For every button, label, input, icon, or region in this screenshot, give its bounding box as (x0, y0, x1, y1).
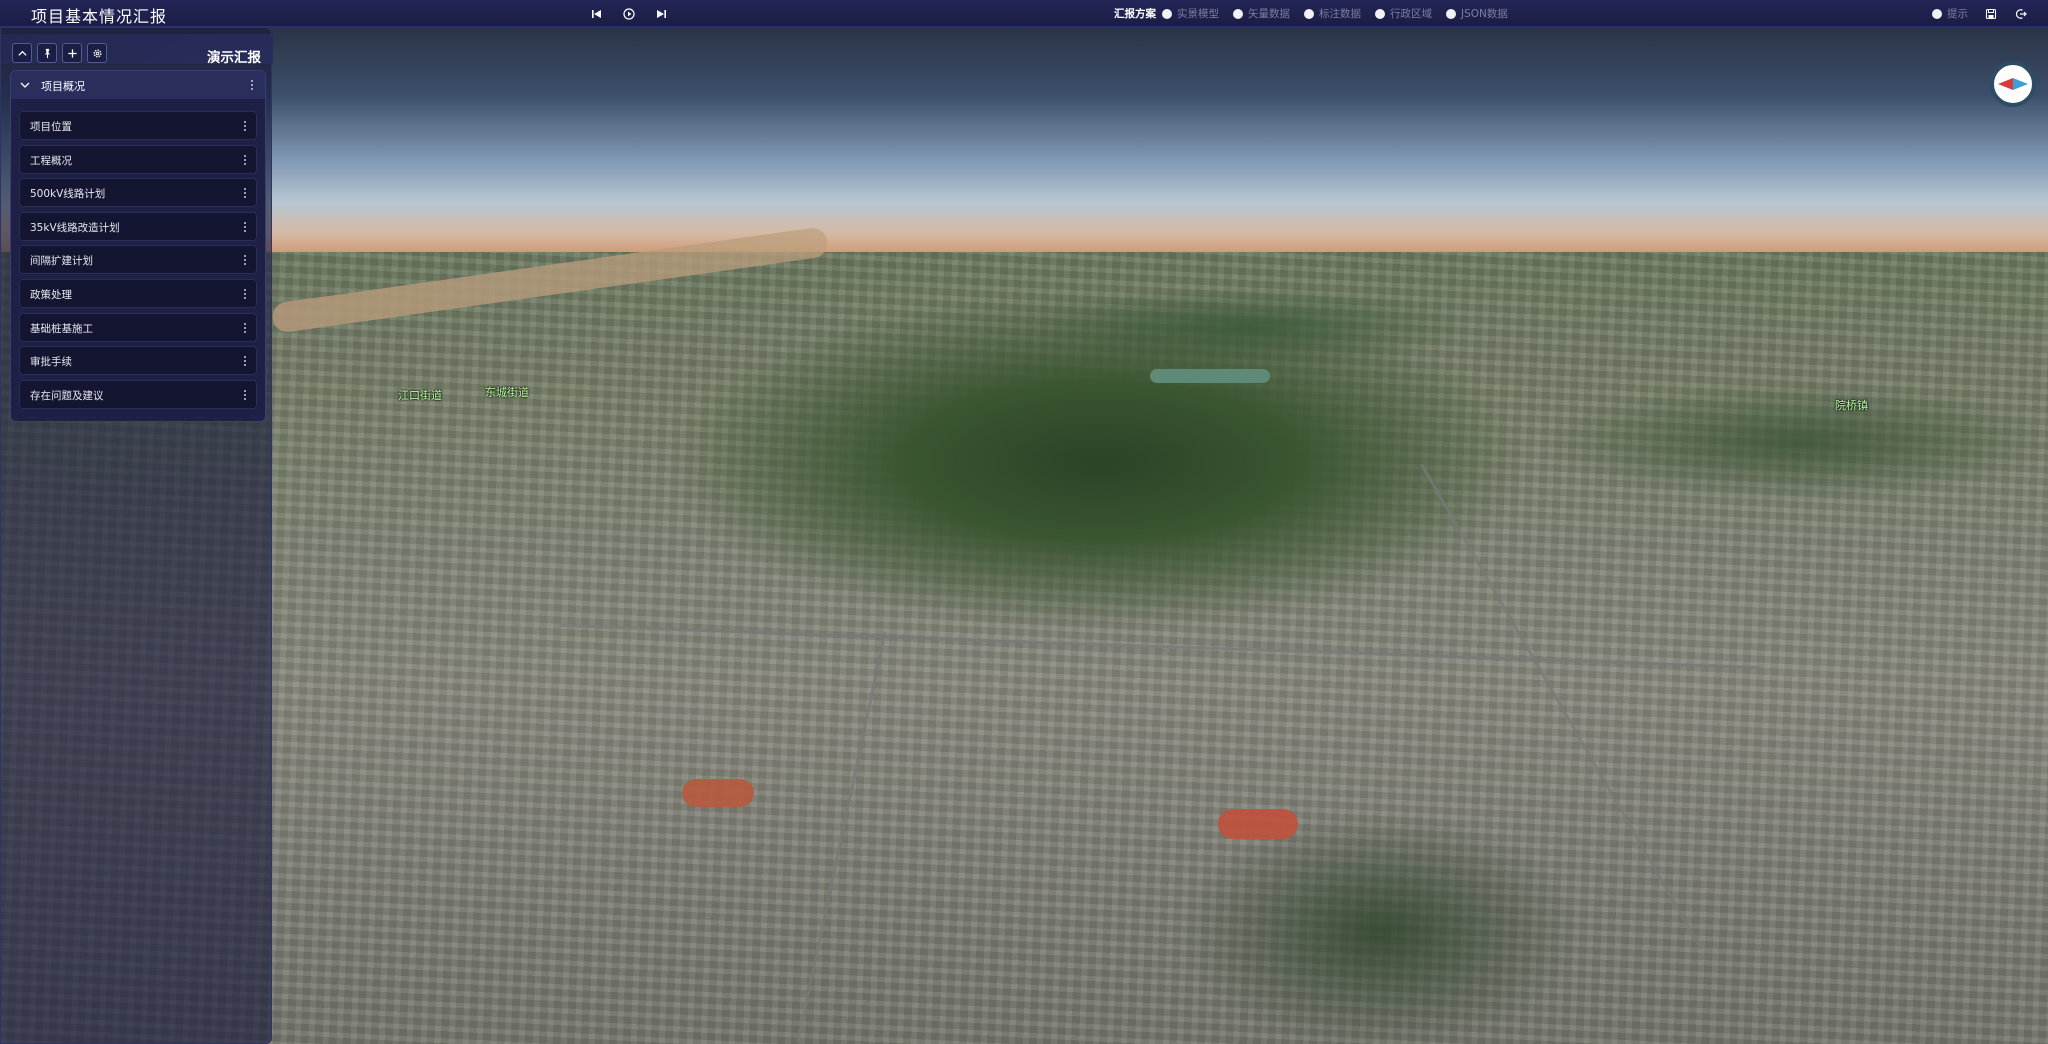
sky-backdrop (0, 27, 2048, 252)
lake (1150, 369, 1270, 383)
pin-icon[interactable] (37, 43, 57, 63)
skip-previous-icon[interactable] (588, 5, 606, 23)
more-options-icon[interactable] (240, 388, 250, 402)
playback-controls (588, 5, 670, 23)
save-icon[interactable] (1984, 7, 1998, 21)
sports-field (1218, 809, 1298, 839)
scheme-label: 汇报方案 (1114, 8, 1156, 20)
item-label: 35kV线路改造计划 (30, 221, 120, 234)
more-options-icon[interactable] (240, 220, 250, 234)
panel-header: 演示汇报 (1, 34, 273, 66)
item-label: 项目位置 (30, 121, 72, 133)
list-item[interactable]: 项目位置 (19, 111, 257, 140)
more-options-icon[interactable] (240, 321, 250, 335)
list-item[interactable]: 500kV线路计划 (19, 178, 257, 208)
chevron-down-icon[interactable] (19, 79, 31, 91)
place-label-yuanqiao[interactable]: 院桥镇 (1835, 397, 1868, 413)
scheme-option-json-data[interactable]: JSON数据 (1446, 6, 1508, 21)
more-options-icon[interactable] (240, 354, 250, 368)
radio-dot[interactable] (1375, 8, 1385, 19)
radio-dot[interactable] (1233, 8, 1243, 19)
item-label: 政策处理 (30, 288, 72, 301)
scheme-option-label: 行政区域 (1390, 8, 1432, 20)
settings-icon[interactable] (87, 43, 107, 63)
sports-field (682, 779, 754, 807)
item-label: 间隔扩建计划 (30, 255, 93, 268)
scheme-option-admin-region[interactable]: 行政区域 (1375, 6, 1432, 21)
section-title: 项目概况 (41, 80, 85, 93)
more-options-icon[interactable] (247, 78, 257, 92)
more-options-icon[interactable] (240, 287, 250, 301)
section-item-list: 项目位置 工程概况 500kV线路计划 35kV线路改造计划 间隔扩建计划 政策… (19, 111, 257, 413)
more-options-icon[interactable] (240, 253, 250, 267)
radio-dot[interactable] (1932, 8, 1942, 19)
section-header[interactable]: 项目概况 (11, 71, 265, 99)
add-icon[interactable] (62, 43, 82, 63)
list-item[interactable]: 间隔扩建计划 (19, 245, 257, 275)
scheme-option-annotation-data[interactable]: 标注数据 (1304, 6, 1361, 21)
list-item[interactable]: 35kV线路改造计划 (19, 211, 257, 241)
play-circle-icon[interactable] (620, 5, 638, 23)
radio-dot[interactable] (1162, 8, 1172, 19)
list-item[interactable]: 基础桩基施工 (19, 312, 257, 342)
item-label: 存在问题及建议 (30, 389, 104, 402)
list-item[interactable]: 工程概况 (19, 144, 257, 174)
terrain-imagery (0, 252, 2048, 1044)
app-title: 项目基本情况汇报 (31, 7, 168, 26)
report-scheme-selector: 汇报方案 实景模型 矢量数据 标注数据 行政区域 JSON数据 (1114, 6, 1508, 21)
scheme-option-label: JSON数据 (1461, 8, 1508, 20)
scheme-option-label: 实景模型 (1177, 8, 1219, 20)
more-options-icon[interactable] (240, 186, 250, 200)
scheme-option-label: 标注数据 (1319, 8, 1361, 20)
item-label: 审批手续 (30, 356, 72, 369)
tips-toggle[interactable]: 提示 (1932, 6, 1968, 21)
tips-toggle-label: 提示 (1947, 8, 1968, 20)
list-item[interactable]: 存在问题及建议 (19, 379, 257, 409)
scheme-option-label: 矢量数据 (1248, 8, 1290, 20)
scheme-option-reality-model[interactable]: 实景模型 (1162, 6, 1219, 21)
item-label: 工程概况 (30, 154, 72, 167)
radio-dot[interactable] (1446, 8, 1456, 19)
scheme-option-vector-data[interactable]: 矢量数据 (1233, 6, 1290, 21)
more-options-icon[interactable] (240, 153, 250, 167)
panel-toolbar (12, 43, 107, 63)
panel-title: 演示汇报 (207, 50, 261, 66)
skip-next-icon[interactable] (652, 5, 670, 23)
item-label: 基础桩基施工 (30, 322, 93, 335)
place-label-dongcheng[interactable]: 东城街道 (485, 384, 529, 400)
top-bar: 项目基本情况汇报 汇报方案 实景模型 矢量数据 标注数据 行政区域 JSON数据… (0, 0, 2048, 27)
collapse-up-icon[interactable] (12, 43, 32, 63)
logout-icon[interactable] (2014, 7, 2028, 21)
radio-dot[interactable] (1304, 8, 1314, 19)
presentation-panel: 演示汇报 项目概况 项目位置 工程概况 500kV线路计划 35kV线路改造计划 (0, 27, 273, 1044)
3d-map-viewer[interactable]: 江口街道 东城街道 院桥镇 (0, 27, 2048, 1044)
compass-icon[interactable] (1990, 61, 2036, 107)
list-item[interactable]: 审批手续 (19, 346, 257, 376)
section-project-overview: 项目概况 项目位置 工程概况 500kV线路计划 35kV线路改造计划 间隔扩建… (10, 70, 266, 422)
list-item[interactable]: 政策处理 (19, 278, 257, 308)
place-label-jiangkou[interactable]: 江口街道 (398, 387, 442, 403)
top-right-tools: 提示 (1932, 6, 2028, 21)
more-options-icon[interactable] (240, 119, 250, 133)
item-label: 500kV线路计划 (30, 188, 106, 201)
